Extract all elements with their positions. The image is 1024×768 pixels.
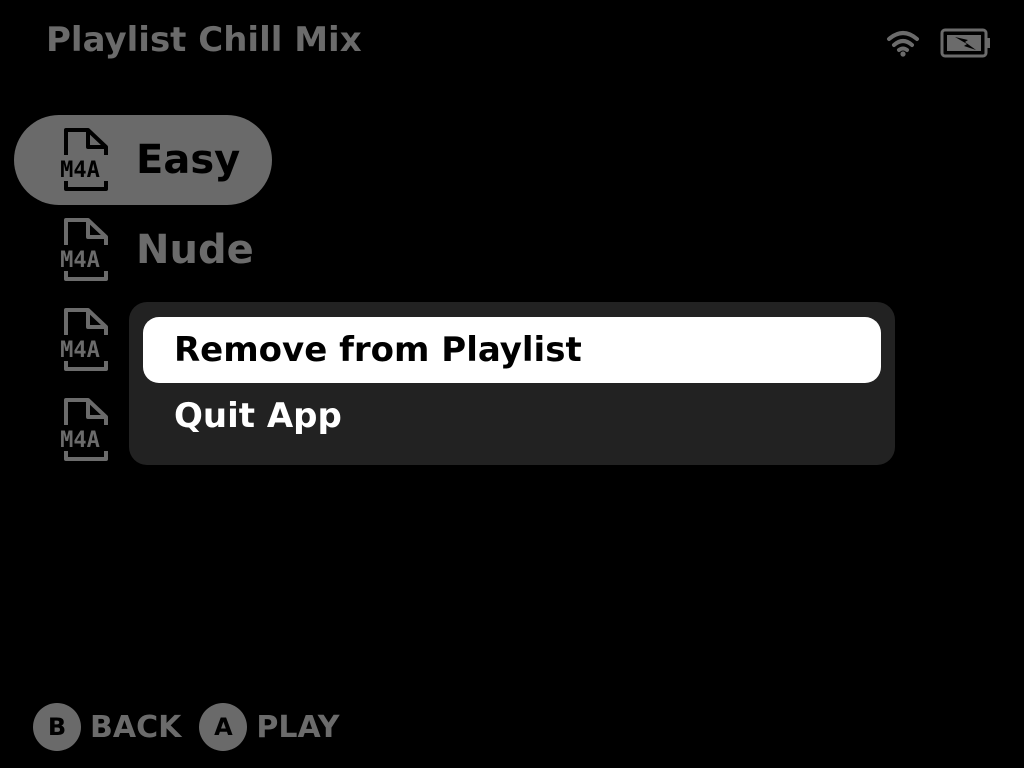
m4a-file-icon-text: M4A bbox=[60, 338, 100, 363]
a-button-icon: A bbox=[199, 703, 248, 751]
quit-app-menu-item[interactable]: Quit App bbox=[143, 383, 881, 449]
battery-charging-icon bbox=[940, 28, 990, 58]
status-bar bbox=[886, 26, 992, 60]
screen: Playlist Chill Mix M4A Easy M4A Nude M4A… bbox=[0, 0, 1024, 768]
button-hints: B BACK A PLAY bbox=[33, 703, 358, 751]
m4a-file-icon: M4A bbox=[46, 308, 114, 371]
m4a-file-icon: M4A bbox=[46, 128, 114, 191]
back-hint[interactable]: B BACK bbox=[33, 703, 181, 751]
m4a-file-icon-text: M4A bbox=[60, 158, 100, 183]
b-button-icon: B bbox=[33, 703, 81, 751]
play-hint[interactable]: A PLAY bbox=[199, 703, 340, 751]
page-title: Playlist Chill Mix bbox=[46, 20, 362, 60]
track-item-label: Nude bbox=[136, 227, 254, 273]
m4a-file-icon-text: M4A bbox=[60, 428, 100, 453]
play-label: PLAY bbox=[256, 709, 340, 745]
track-item-label: Easy bbox=[136, 137, 241, 183]
remove-from-playlist-menu-item[interactable]: Remove from Playlist bbox=[143, 317, 881, 383]
context-menu: Remove from Playlist Quit App bbox=[129, 302, 895, 465]
wifi-icon bbox=[887, 31, 919, 57]
m4a-file-icon: M4A bbox=[46, 398, 114, 461]
m4a-file-icon: M4A bbox=[46, 218, 114, 281]
track-item[interactable]: M4A Nude bbox=[14, 205, 286, 295]
track-item[interactable]: M4A Easy bbox=[14, 115, 273, 205]
m4a-file-icon-text: M4A bbox=[60, 248, 100, 273]
back-label: BACK bbox=[90, 709, 182, 745]
